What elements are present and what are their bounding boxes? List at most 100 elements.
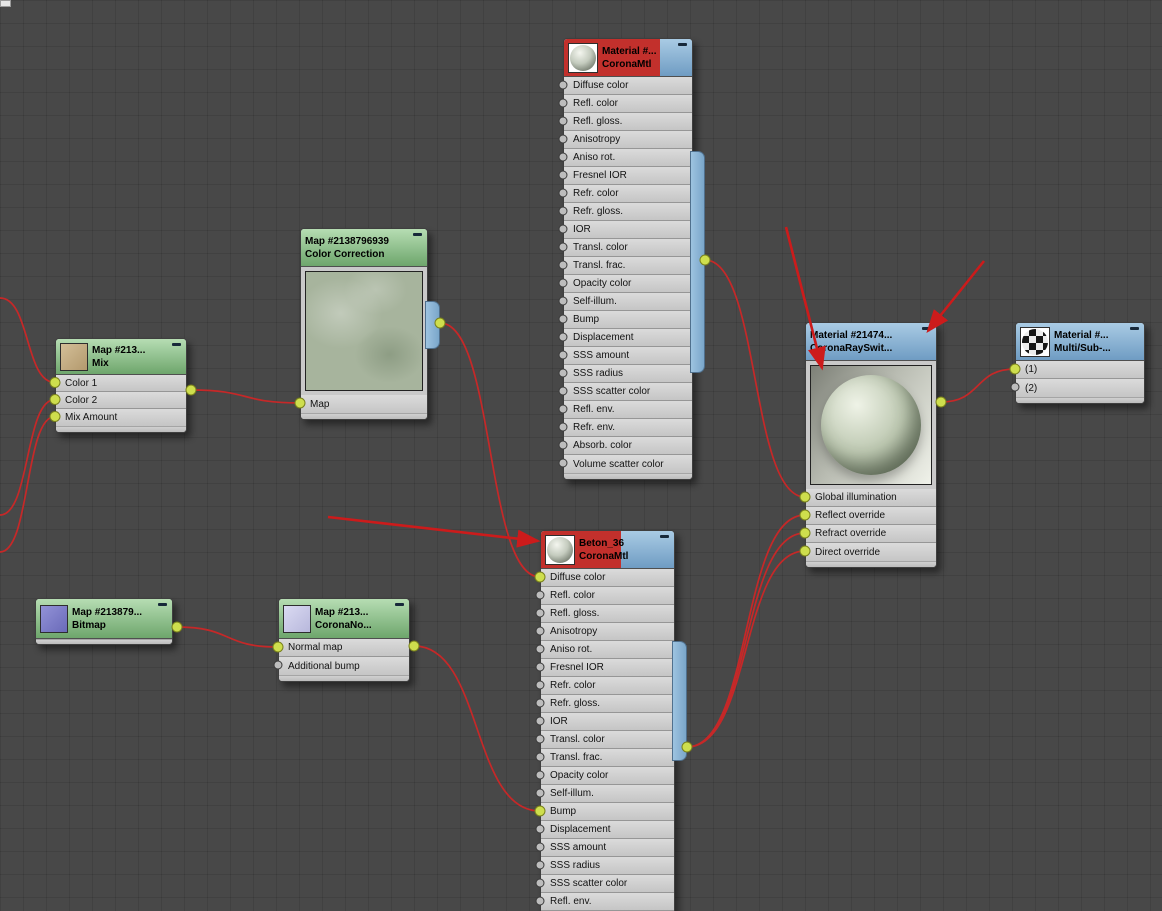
slot-reflect-override[interactable]: Reflect override — [806, 507, 936, 525]
node-corona-normal[interactable]: Map #213... CoronaNo... Normal map Addition… — [278, 598, 410, 682]
slot-refl-env[interactable]: Refl. env. — [564, 401, 692, 419]
node-scroll-tab[interactable] — [672, 641, 687, 761]
connection-wire[interactable] — [940, 368, 1016, 403]
node-graph-canvas[interactable]: Material #... CoronaMtl Diffuse color Refl.… — [0, 0, 1162, 911]
node-title: Map #213879... Bitmap — [72, 606, 168, 632]
slot-normal-map[interactable]: Normal map — [279, 639, 409, 657]
slot-map[interactable]: Map — [301, 395, 427, 413]
slot-bump[interactable]: Bump — [541, 803, 674, 821]
node-title-line2: Multi/Sub-... — [1054, 342, 1111, 354]
connection-wire[interactable] — [0, 398, 56, 516]
slot-ior[interactable]: IOR — [541, 713, 674, 731]
slot-sss-radius[interactable]: SSS radius — [541, 857, 674, 875]
node-multisub[interactable]: Material #... Multi/Sub-... (1) (2) — [1015, 322, 1145, 404]
minimize-icon[interactable] — [678, 43, 687, 46]
slot-aniso-rot[interactable]: Aniso rot. — [541, 641, 674, 659]
minimize-icon[interactable] — [172, 343, 181, 346]
node-header[interactable]: Material #21474... CoronaRaySwit... — [806, 323, 936, 361]
slot-self-illum[interactable]: Self-illum. — [564, 293, 692, 311]
slot-transl-color[interactable]: Transl. color — [564, 239, 692, 257]
slot-mix-amount[interactable]: Mix Amount — [56, 409, 186, 426]
slot-global-illumination[interactable]: Global illumination — [806, 489, 936, 507]
slot-refr-gloss[interactable]: Refr. gloss. — [564, 203, 692, 221]
minimize-icon[interactable] — [1130, 327, 1139, 330]
slot-sss-radius[interactable]: SSS radius — [564, 365, 692, 383]
connection-wire[interactable] — [704, 259, 806, 498]
slot-self-illum[interactable]: Self-illum. — [541, 785, 674, 803]
slot-refl-env[interactable]: Refl. env. — [541, 893, 674, 911]
slot-diffuse-color[interactable]: Diffuse color — [541, 569, 674, 587]
slot-refl-gloss[interactable]: Refl. gloss. — [564, 113, 692, 131]
node-title-line2: CoronaMtl — [579, 550, 629, 562]
node-header[interactable]: Map #2138796939 Color Correction — [301, 229, 427, 267]
minimize-icon[interactable] — [395, 603, 404, 606]
output-socket[interactable] — [185, 384, 197, 396]
minimize-icon[interactable] — [922, 327, 931, 330]
slot-sss-amount[interactable]: SSS amount — [564, 347, 692, 365]
slot-refr-color[interactable]: Refr. color — [541, 677, 674, 695]
connection-wire[interactable] — [686, 532, 806, 748]
slot-refl-color[interactable]: Refl. color — [564, 95, 692, 113]
slot-sss-amount[interactable]: SSS amount — [541, 839, 674, 857]
connection-wire[interactable] — [439, 322, 541, 578]
slot-direct-override[interactable]: Direct override — [806, 543, 936, 561]
output-socket[interactable] — [935, 396, 947, 408]
slot-opacity-color[interactable]: Opacity color — [564, 275, 692, 293]
slot-refract-override[interactable]: Refract override — [806, 525, 936, 543]
slot-bump[interactable]: Bump — [564, 311, 692, 329]
connection-wire[interactable] — [686, 550, 806, 748]
output-socket[interactable] — [171, 621, 183, 633]
slot-color-1[interactable]: Color 1 — [56, 375, 186, 392]
minimize-icon[interactable] — [660, 535, 669, 538]
slot-diffuse-color[interactable]: Diffuse color — [564, 77, 692, 95]
node-header[interactable]: Map #213... Mix — [56, 339, 186, 375]
slot-2[interactable]: (2) — [1016, 379, 1144, 397]
node-header[interactable]: Map #213879... Bitmap — [36, 599, 172, 639]
connection-wire[interactable] — [686, 514, 806, 748]
slot-transl-color[interactable]: Transl. color — [541, 731, 674, 749]
minimize-icon[interactable] — [413, 233, 422, 236]
slot-transl-frac[interactable]: Transl. frac. — [564, 257, 692, 275]
slot-transl-frac[interactable]: Transl. frac. — [541, 749, 674, 767]
slot-refl-gloss[interactable]: Refl. gloss. — [541, 605, 674, 623]
connection-wire[interactable] — [176, 626, 279, 648]
node-mix[interactable]: Map #213... Mix Color 1 Color 2 Mix Amount — [55, 338, 187, 433]
node-rayswitch[interactable]: Material #21474... CoronaRaySwit... Global… — [805, 322, 937, 568]
slot-refr-gloss[interactable]: Refr. gloss. — [541, 695, 674, 713]
connection-wire[interactable] — [0, 297, 56, 384]
slot-displacement[interactable]: Displacement — [541, 821, 674, 839]
slot-additional-bump[interactable]: Additional bump — [279, 657, 409, 675]
slot-fresnel-ior[interactable]: Fresnel IOR — [541, 659, 674, 677]
slot-refr-color[interactable]: Refr. color — [564, 185, 692, 203]
node-beton[interactable]: Beton_36 CoronaMtl Diffuse color Refl. colo… — [540, 530, 687, 911]
node-header[interactable]: Beton_36 CoronaMtl — [541, 531, 674, 569]
slot-sss-scatter-color[interactable]: SSS scatter color — [541, 875, 674, 893]
connection-wire[interactable] — [413, 645, 541, 812]
slot-fresnel-ior[interactable]: Fresnel IOR — [564, 167, 692, 185]
connection-wire[interactable] — [0, 415, 56, 553]
node-header[interactable]: Map #213... CoronaNo... — [279, 599, 409, 639]
node-header[interactable]: Material #... Multi/Sub-... — [1016, 323, 1144, 361]
slot-1[interactable]: (1) — [1016, 361, 1144, 379]
slot-sss-scatter-color[interactable]: SSS scatter color — [564, 383, 692, 401]
slot-displacement[interactable]: Displacement — [564, 329, 692, 347]
slot-anisotropy[interactable]: Anisotropy — [541, 623, 674, 641]
node-scroll-tab[interactable] — [425, 301, 440, 349]
slot-ior[interactable]: IOR — [564, 221, 692, 239]
minimize-icon[interactable] — [158, 603, 167, 606]
node-header[interactable]: Material #... CoronaMtl — [564, 39, 692, 77]
slot-volume-scatter-color[interactable]: Volume scatter color — [564, 455, 692, 473]
node-bitmap[interactable]: Map #213879... Bitmap — [35, 598, 173, 645]
node-color-correction[interactable]: Map #2138796939 Color Correction Map — [300, 228, 440, 420]
connection-wire[interactable] — [190, 389, 301, 404]
slot-refr-env[interactable]: Refr. env. — [564, 419, 692, 437]
slot-color-2[interactable]: Color 2 — [56, 392, 186, 409]
slot-absorb-color[interactable]: Absorb. color — [564, 437, 692, 455]
slot-aniso-rot[interactable]: Aniso rot. — [564, 149, 692, 167]
node-coronamtl-top[interactable]: Material #... CoronaMtl Diffuse color Refl.… — [563, 38, 705, 480]
slot-refl-color[interactable]: Refl. color — [541, 587, 674, 605]
slot-opacity-color[interactable]: Opacity color — [541, 767, 674, 785]
output-socket[interactable] — [408, 640, 420, 652]
slot-anisotropy[interactable]: Anisotropy — [564, 131, 692, 149]
node-scroll-tab[interactable] — [690, 151, 705, 373]
